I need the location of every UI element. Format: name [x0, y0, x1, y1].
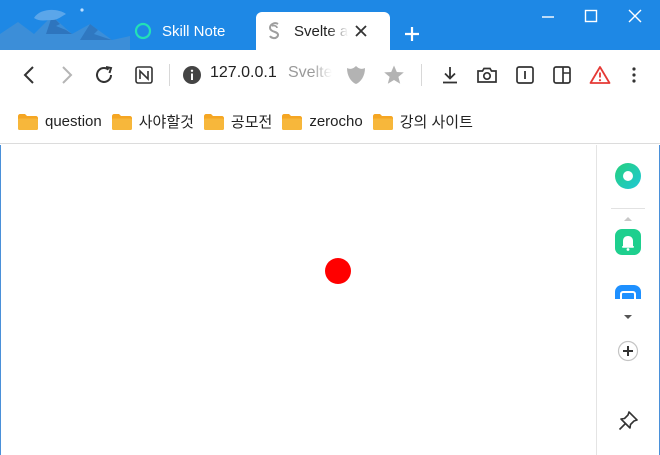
reader-mode-icon[interactable]	[513, 63, 537, 87]
bookmark-folder-contest[interactable]: 공모전	[203, 111, 273, 132]
notion-icon[interactable]	[132, 63, 156, 87]
side-panel-divider	[611, 208, 645, 209]
address-toolbar: 127.0.0.1 Svelte app	[0, 50, 660, 100]
tab-svelte-app[interactable]: Svelte app	[256, 12, 390, 50]
toolbar-divider	[421, 64, 422, 86]
reload-button[interactable]	[92, 63, 116, 87]
bookmark-label: zerocho	[309, 113, 363, 130]
svelte-icon	[266, 22, 284, 40]
toolbar-divider	[169, 64, 170, 86]
new-tab-button[interactable]	[400, 22, 424, 46]
tab-skill-note[interactable]: Skill Note	[124, 12, 252, 50]
bookmark-folder-buy-list[interactable]: 사야할것	[111, 111, 194, 132]
folder-icon	[203, 113, 224, 130]
page-content	[0, 145, 596, 455]
ring-icon	[134, 22, 152, 40]
site-info-icon[interactable]	[180, 63, 204, 87]
folder-icon	[111, 113, 132, 130]
folder-icon	[282, 113, 303, 130]
close-window-button[interactable]	[621, 4, 649, 28]
sidebar-toggle-icon[interactable]	[550, 63, 574, 87]
pin-icon[interactable]	[614, 407, 642, 435]
scroll-up-icon[interactable]	[623, 216, 633, 222]
minimize-button[interactable]	[534, 4, 562, 28]
tab-strip: Skill Note Svelte app	[0, 0, 660, 50]
camera-icon[interactable]	[475, 63, 499, 87]
bookmark-label: 사야할것	[138, 114, 194, 131]
back-button[interactable]	[18, 63, 42, 87]
bookmark-label: 공모전	[230, 114, 273, 131]
bookmark-folder-question[interactable]: question	[18, 113, 102, 130]
scroll-down-icon[interactable]	[623, 314, 633, 320]
side-app-blue-icon[interactable]	[614, 285, 642, 299]
tab-title: Skill Note	[162, 22, 252, 40]
close-tab-icon[interactable]	[352, 22, 370, 40]
address-page-title: Svelte app	[288, 64, 332, 82]
bookmark-label: 강의 사이트	[399, 114, 473, 131]
red-circle	[325, 258, 351, 284]
whale-wallpaper-icon	[0, 8, 130, 50]
add-panel-icon[interactable]	[614, 337, 642, 365]
folder-icon	[18, 113, 38, 130]
more-menu-icon[interactable]	[622, 63, 646, 87]
side-panel	[596, 145, 660, 455]
forward-button[interactable]	[54, 63, 78, 87]
bookmark-star-icon[interactable]	[382, 63, 406, 87]
bookmark-folder-lecture-sites[interactable]: 강의 사이트	[372, 111, 473, 132]
warning-icon[interactable]	[588, 63, 612, 87]
notification-bell-icon[interactable]	[614, 228, 642, 256]
maximize-button[interactable]	[577, 4, 605, 28]
download-icon[interactable]	[438, 63, 462, 87]
bookmark-folder-zerocho[interactable]: zerocho	[282, 113, 363, 130]
tab-title: Svelte app	[294, 22, 348, 40]
whale-shield-icon[interactable]	[344, 63, 368, 87]
bookmark-label: question	[45, 113, 102, 130]
side-app-green-icon[interactable]	[614, 162, 642, 190]
folder-icon	[372, 113, 393, 130]
address-url[interactable]: 127.0.0.1	[210, 64, 277, 82]
bookmarks-bar: question 사야할것 공모전 zerocho 강의 사이트	[0, 100, 660, 144]
